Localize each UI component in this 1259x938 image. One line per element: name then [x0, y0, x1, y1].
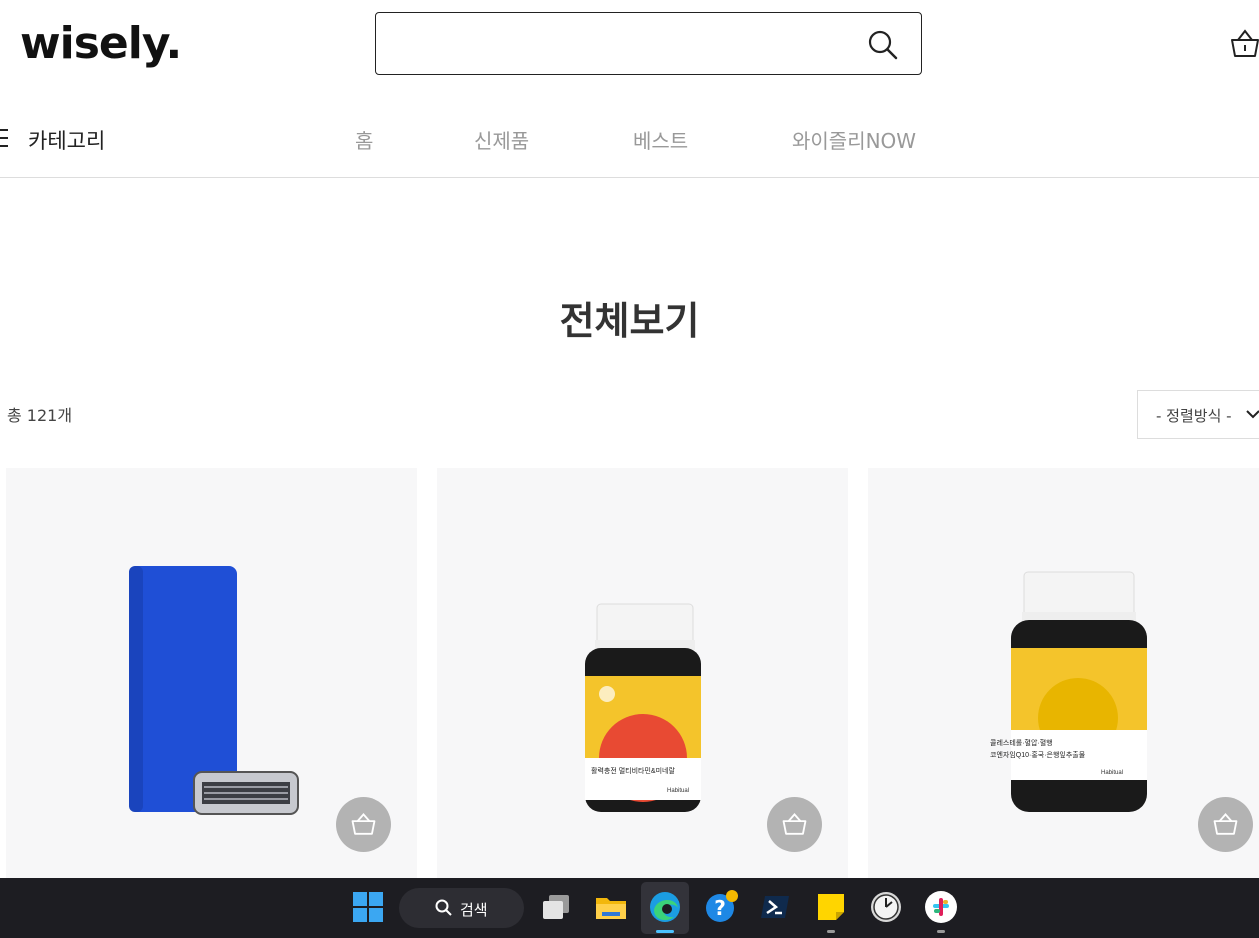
hamburger-menu-icon[interactable]: [0, 128, 8, 148]
main-nav: 카테고리 홈 신제품 베스트 와이즐리NOW: [0, 100, 1259, 178]
basket-icon: [351, 812, 376, 835]
search-icon[interactable]: [867, 29, 899, 61]
windows-taskbar: 검색 ?: [0, 878, 1259, 938]
bottle-label-text: 콜레스테롤·혈압·혈행: [990, 740, 1053, 747]
bottle-brand: Habitual: [667, 788, 690, 794]
nav-item-home[interactable]: 홈: [355, 125, 373, 154]
edge-browser-icon[interactable]: [648, 890, 682, 924]
product-card[interactable]: 콜레스테롤·혈압·혈행 코엔자임Q10·홍국·은행잎추출물 Habitual: [868, 468, 1259, 888]
sticky-notes-icon[interactable]: [814, 890, 848, 924]
product-count: 총 121개: [7, 406, 73, 425]
basket-icon: [782, 812, 807, 835]
search-box[interactable]: [375, 12, 922, 75]
search-input[interactable]: [390, 25, 854, 65]
search-icon: [435, 899, 452, 916]
sort-dropdown[interactable]: - 정렬방식 -: [1137, 390, 1259, 439]
chevron-down-icon: [1246, 410, 1259, 419]
task-view-icon[interactable]: [539, 890, 573, 924]
add-to-cart-button[interactable]: [1198, 797, 1253, 852]
product-card[interactable]: 활력충전 멀티비타민&미네랄 Habitual: [437, 468, 848, 888]
basket-icon: [1213, 812, 1238, 835]
basket-icon[interactable]: [1229, 28, 1259, 60]
help-icon[interactable]: ?: [704, 890, 738, 924]
add-to-cart-button[interactable]: [767, 797, 822, 852]
slack-indicator: [937, 930, 945, 933]
slack-icon[interactable]: [924, 890, 958, 924]
edge-active-indicator: [656, 930, 674, 933]
nav-item-new[interactable]: 신제품: [474, 125, 529, 154]
category-menu-label[interactable]: 카테고리: [28, 125, 105, 155]
clock-icon[interactable]: [869, 890, 903, 924]
product-card[interactable]: [6, 468, 417, 888]
terminal-icon[interactable]: [759, 890, 793, 924]
nav-item-wiselynow[interactable]: 와이즐리NOW: [792, 125, 916, 154]
windows-start-icon[interactable]: [351, 890, 385, 924]
wisely-logo[interactable]: wisely.: [20, 18, 182, 69]
taskbar-search-label: 검색: [460, 901, 488, 919]
sticky-notes-indicator: [827, 930, 835, 933]
bottle-label-text2: 코엔자임Q10·홍국·은행잎추출물: [990, 752, 1086, 759]
page-title: 전체보기: [559, 299, 700, 343]
svg-text:?: ?: [714, 896, 726, 920]
file-explorer-icon[interactable]: [594, 890, 628, 924]
bottle-label-text: 활력충전 멀티비타민&미네랄: [591, 768, 675, 775]
add-to-cart-button[interactable]: [336, 797, 391, 852]
bottle-brand: Habitual: [1101, 770, 1124, 776]
nav-item-best[interactable]: 베스트: [633, 125, 688, 154]
sort-label: - 정렬방식 -: [1156, 407, 1232, 425]
taskbar-search[interactable]: 검색: [399, 888, 524, 928]
